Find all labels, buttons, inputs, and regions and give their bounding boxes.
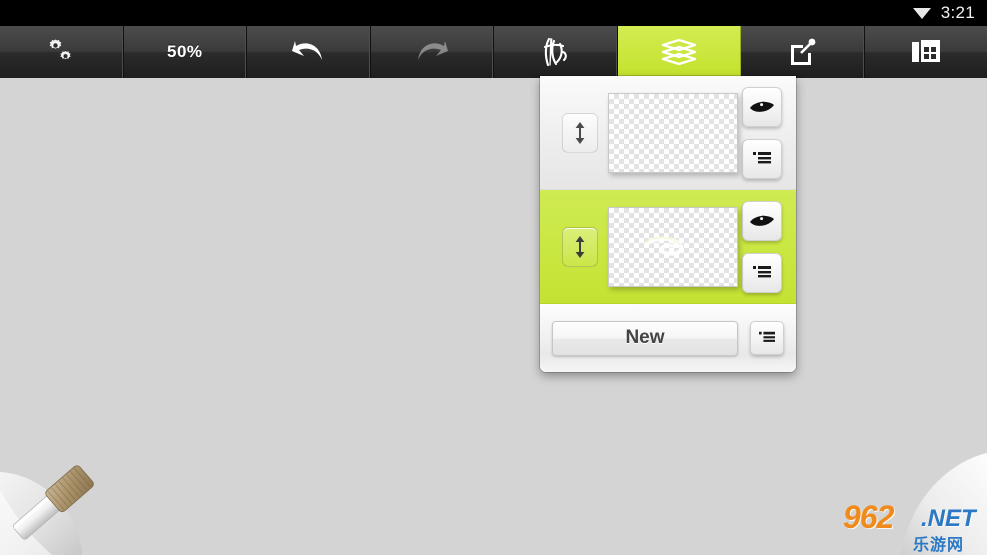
brush-settings-button[interactable] [494, 26, 618, 78]
status-bar: 3:21 [0, 0, 987, 26]
status-bar-clock: 3:21 [940, 3, 975, 22]
layer-reorder-handle[interactable] [562, 112, 598, 153]
eye-icon [750, 215, 774, 226]
brush-tool-button[interactable] [0, 450, 105, 555]
layer-menu-button[interactable] [742, 138, 782, 179]
reorder-updown-icon [575, 121, 585, 144]
layers-button[interactable] [617, 26, 741, 78]
settings-button[interactable] [0, 26, 124, 78]
share-button[interactable] [741, 26, 865, 78]
redo-button[interactable] [370, 26, 494, 78]
layer-stroke-preview [644, 236, 684, 256]
layers-panel-footer: New [540, 304, 796, 372]
eye-icon [750, 101, 774, 112]
layer-visibility-button[interactable] [742, 200, 782, 241]
zoom-level-label: 50% [166, 42, 203, 61]
layer-row[interactable] [540, 190, 796, 304]
watermark-number: 962 [843, 499, 894, 535]
watermark-domain: .NET [921, 505, 976, 532]
new-layer-button[interactable]: New [552, 320, 738, 356]
new-layer-label: New [625, 327, 665, 348]
layers-menu-button[interactable] [750, 321, 784, 355]
share-export-icon [791, 38, 816, 65]
layer-visibility-button[interactable] [742, 86, 782, 127]
layer-thumbnail[interactable] [608, 206, 738, 287]
calligraphy-brush-icon [544, 37, 568, 67]
main-toolbar: 50% [0, 26, 987, 78]
gallery-button[interactable] [864, 26, 987, 78]
undo-button[interactable] [247, 26, 371, 78]
layer-reorder-handle[interactable] [562, 226, 598, 267]
watermark-chinese: 乐游网 [913, 537, 965, 554]
layer-thumbnail[interactable] [608, 92, 738, 173]
layer-row-buttons [742, 200, 782, 293]
zoom-level-button[interactable]: 50% [123, 26, 247, 78]
layers-menu-icon [759, 331, 775, 342]
layers-icon [661, 38, 696, 66]
layer-row-buttons [742, 86, 782, 179]
gears-icon [49, 39, 71, 60]
layer-menu-button[interactable] [742, 252, 782, 293]
undo-arrow-icon [292, 41, 323, 60]
layer-row[interactable] [540, 76, 796, 190]
site-watermark: 962 .NET 乐游网 [843, 497, 983, 554]
drawing-canvas[interactable] [0, 78, 987, 555]
gallery-folder-icon [911, 40, 940, 62]
layers-panel: New [540, 76, 796, 372]
layer-menu-icon [753, 265, 771, 277]
layer-menu-icon [753, 151, 771, 163]
redo-arrow-icon [417, 41, 448, 60]
wifi-icon [912, 8, 931, 19]
reorder-updown-icon [575, 235, 585, 258]
app-root: 3:21 50% New 962 .NET 乐游网 [0, 0, 987, 555]
